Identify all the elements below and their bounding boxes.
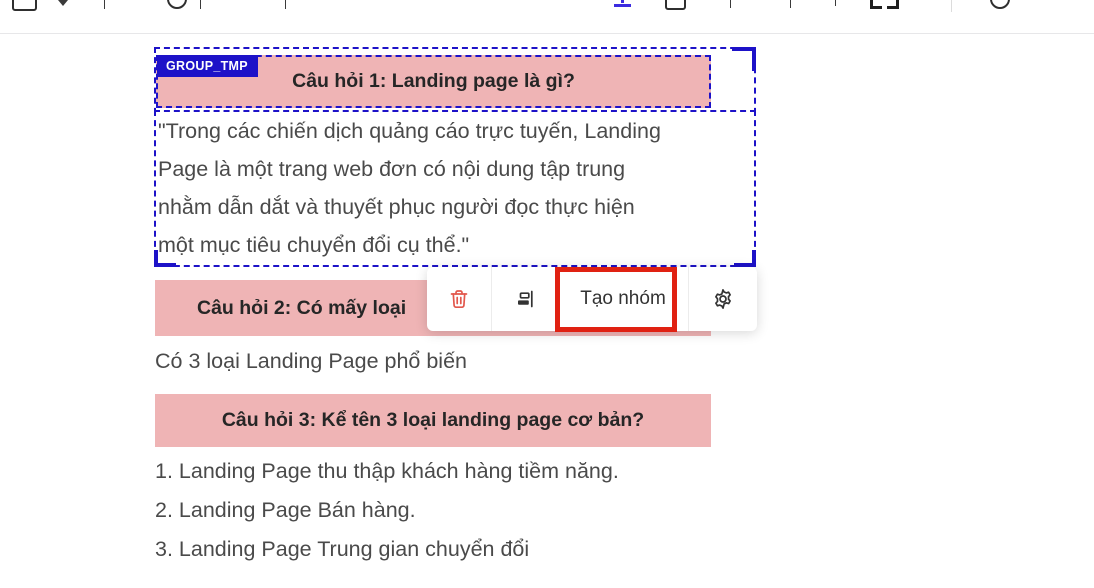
align-button[interactable] [492, 267, 558, 331]
element-toolbar: Tạo nhóm [427, 267, 757, 331]
selection-corner [732, 47, 756, 71]
header-divider [730, 0, 731, 8]
group-tmp-badge: GROUP_TMP [157, 55, 258, 77]
fullscreen-icon[interactable] [870, 0, 882, 9]
question2-heading-label: Câu hỏi 2: Có mấy loại [197, 297, 406, 320]
trash-icon [448, 288, 470, 310]
monitor-icon[interactable] [12, 0, 37, 11]
paragraph-line: Page là một trang web đơn có nội dung tậ… [156, 150, 754, 188]
help-icon[interactable] [990, 0, 1010, 9]
fullscreen-icon[interactable] [887, 0, 899, 9]
header-divider [835, 0, 836, 6]
question2-answer-text[interactable]: Có 3 loại Landing Page phổ biến [155, 346, 775, 376]
underline-icon[interactable] [614, 0, 632, 8]
selection-corner [734, 250, 756, 267]
header-divider [285, 0, 286, 9]
paragraph-line: "Trong các chiến dịch quảng cáo trực tuy… [156, 112, 754, 150]
question1-heading-label: Câu hỏi 1: Landing page là gì? [292, 70, 575, 93]
question3-answer-list[interactable]: 1. Landing Page thu thập khách hàng tiềm… [155, 452, 795, 569]
chevron-down-icon[interactable] [58, 0, 68, 6]
question3-heading[interactable]: Câu hỏi 3: Kể tên 3 loại landing page cơ… [155, 394, 711, 447]
app-header [0, 0, 1094, 34]
settings-button[interactable] [689, 267, 757, 331]
delete-button[interactable] [427, 267, 491, 331]
list-item: 1. Landing Page thu thập khách hàng tiềm… [155, 452, 795, 491]
header-divider [951, 0, 952, 12]
underline-icon-stem [621, 0, 624, 3]
selection-corner [154, 250, 176, 267]
paragraph-line: nhằm dẫn dắt và thuyết phục người đọc th… [156, 188, 754, 226]
header-divider [790, 0, 791, 8]
question3-heading-label: Câu hỏi 3: Kể tên 3 loại landing page cơ… [222, 409, 644, 432]
paragraph-line: một mục tiêu chuyển đổi cụ thể." [156, 226, 754, 264]
header-divider [104, 0, 105, 9]
list-item: 3. Landing Page Trung gian chuyển đổi [155, 530, 795, 569]
gear-icon [711, 287, 735, 311]
header-divider [200, 0, 201, 9]
align-icon [514, 288, 536, 310]
underline-icon-bar [614, 4, 631, 7]
undo-icon[interactable] [167, 0, 187, 9]
create-group-button[interactable]: Tạo nhóm [558, 267, 688, 331]
list-item: 2. Landing Page Bán hàng. [155, 491, 795, 530]
copy-icon[interactable] [665, 0, 686, 10]
question1-answer-textblock[interactable]: "Trong các chiến dịch quảng cáo trực tuy… [154, 110, 756, 267]
